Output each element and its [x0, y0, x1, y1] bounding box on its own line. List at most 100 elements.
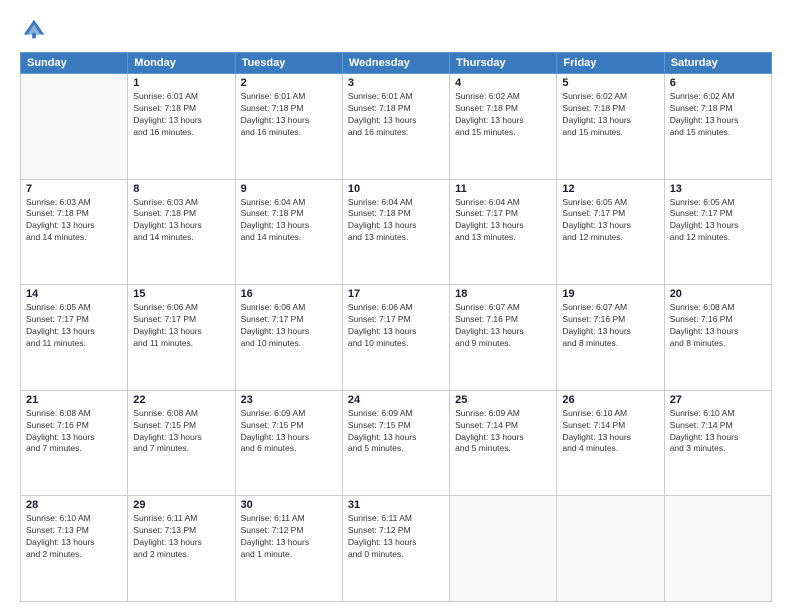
- day-info: Sunrise: 6:06 AMSunset: 7:17 PMDaylight:…: [348, 302, 444, 350]
- calendar-day-header: Tuesday: [235, 53, 342, 74]
- logo: [20, 16, 52, 44]
- calendar-cell: 11 Sunrise: 6:04 AMSunset: 7:17 PMDayligh…: [450, 179, 557, 285]
- calendar-cell: 8 Sunrise: 6:03 AMSunset: 7:18 PMDaylight…: [128, 179, 235, 285]
- day-info: Sunrise: 6:10 AMSunset: 7:13 PMDaylight:…: [26, 513, 122, 561]
- day-info: Sunrise: 6:02 AMSunset: 7:18 PMDaylight:…: [562, 91, 658, 139]
- calendar-cell: 26 Sunrise: 6:10 AMSunset: 7:14 PMDayligh…: [557, 390, 664, 496]
- day-number: 31: [348, 499, 444, 511]
- day-info: Sunrise: 6:09 AMSunset: 7:14 PMDaylight:…: [455, 408, 551, 456]
- calendar-cell: [557, 496, 664, 602]
- calendar-day-header: Thursday: [450, 53, 557, 74]
- day-number: 29: [133, 499, 229, 511]
- calendar-day-header: Sunday: [21, 53, 128, 74]
- day-info: Sunrise: 6:08 AMSunset: 7:16 PMDaylight:…: [26, 408, 122, 456]
- day-number: 4: [455, 77, 551, 89]
- calendar-week-row: 21 Sunrise: 6:08 AMSunset: 7:16 PMDayligh…: [21, 390, 772, 496]
- day-info: Sunrise: 6:10 AMSunset: 7:14 PMDaylight:…: [670, 408, 766, 456]
- day-info: Sunrise: 6:06 AMSunset: 7:17 PMDaylight:…: [133, 302, 229, 350]
- calendar-day-header: Monday: [128, 53, 235, 74]
- day-number: 8: [133, 183, 229, 195]
- day-info: Sunrise: 6:01 AMSunset: 7:18 PMDaylight:…: [348, 91, 444, 139]
- calendar-week-row: 28 Sunrise: 6:10 AMSunset: 7:13 PMDayligh…: [21, 496, 772, 602]
- calendar-week-row: 1 Sunrise: 6:01 AMSunset: 7:18 PMDaylight…: [21, 74, 772, 180]
- calendar-cell: 30 Sunrise: 6:11 AMSunset: 7:12 PMDayligh…: [235, 496, 342, 602]
- day-number: 26: [562, 394, 658, 406]
- day-number: 1: [133, 77, 229, 89]
- calendar-cell: 3 Sunrise: 6:01 AMSunset: 7:18 PMDaylight…: [342, 74, 449, 180]
- calendar-cell: 29Sunrise: 6:11 AMSunset: 7:13 PMDayligh…: [128, 496, 235, 602]
- calendar: SundayMondayTuesdayWednesdayThursdayFrid…: [20, 52, 772, 602]
- calendar-cell: 25 Sunrise: 6:09 AMSunset: 7:14 PMDayligh…: [450, 390, 557, 496]
- calendar-cell: 17Sunrise: 6:06 AMSunset: 7:17 PMDayligh…: [342, 285, 449, 391]
- day-number: 27: [670, 394, 766, 406]
- day-number: 15: [133, 288, 229, 300]
- calendar-cell: 22 Sunrise: 6:08 AMSunset: 7:15 PMDayligh…: [128, 390, 235, 496]
- day-info: Sunrise: 6:02 AMSunset: 7:18 PMDaylight:…: [670, 91, 766, 139]
- day-info: Sunrise: 6:04 AMSunset: 7:18 PMDaylight:…: [241, 197, 337, 245]
- calendar-cell: 20Sunrise: 6:08 AMSunset: 7:16 PMDayligh…: [664, 285, 771, 391]
- day-info: Sunrise: 6:06 AMSunset: 7:17 PMDaylight:…: [241, 302, 337, 350]
- calendar-week-row: 14 Sunrise: 6:05 AMSunset: 7:17 PMDayligh…: [21, 285, 772, 391]
- calendar-day-header: Wednesday: [342, 53, 449, 74]
- day-info: Sunrise: 6:11 AMSunset: 7:12 PMDaylight:…: [241, 513, 337, 561]
- day-number: 6: [670, 77, 766, 89]
- calendar-week-row: 7 Sunrise: 6:03 AMSunset: 7:18 PMDaylight…: [21, 179, 772, 285]
- calendar-cell: 2 Sunrise: 6:01 AMSunset: 7:18 PMDaylight…: [235, 74, 342, 180]
- calendar-cell: 9Sunrise: 6:04 AMSunset: 7:18 PMDaylight…: [235, 179, 342, 285]
- calendar-day-header: Saturday: [664, 53, 771, 74]
- day-info: Sunrise: 6:01 AMSunset: 7:18 PMDaylight:…: [133, 91, 229, 139]
- day-info: Sunrise: 6:11 AMSunset: 7:12 PMDaylight:…: [348, 513, 444, 561]
- day-info: Sunrise: 6:05 AMSunset: 7:17 PMDaylight:…: [562, 197, 658, 245]
- day-info: Sunrise: 6:08 AMSunset: 7:15 PMDaylight:…: [133, 408, 229, 456]
- calendar-cell: 1 Sunrise: 6:01 AMSunset: 7:18 PMDaylight…: [128, 74, 235, 180]
- calendar-cell: 18 Sunrise: 6:07 AMSunset: 7:16 PMDayligh…: [450, 285, 557, 391]
- day-info: Sunrise: 6:05 AMSunset: 7:17 PMDaylight:…: [26, 302, 122, 350]
- day-number: 3: [348, 77, 444, 89]
- calendar-header-row: SundayMondayTuesdayWednesdayThursdayFrid…: [21, 53, 772, 74]
- calendar-cell: 5 Sunrise: 6:02 AMSunset: 7:18 PMDaylight…: [557, 74, 664, 180]
- day-number: 12: [562, 183, 658, 195]
- calendar-cell: 24 Sunrise: 6:09 AMSunset: 7:15 PMDayligh…: [342, 390, 449, 496]
- day-number: 7: [26, 183, 122, 195]
- day-number: 22: [133, 394, 229, 406]
- day-number: 30: [241, 499, 337, 511]
- calendar-cell: 10Sunrise: 6:04 AMSunset: 7:18 PMDayligh…: [342, 179, 449, 285]
- day-info: Sunrise: 6:08 AMSunset: 7:16 PMDaylight:…: [670, 302, 766, 350]
- calendar-cell: 6 Sunrise: 6:02 AMSunset: 7:18 PMDaylight…: [664, 74, 771, 180]
- calendar-cell: 21 Sunrise: 6:08 AMSunset: 7:16 PMDayligh…: [21, 390, 128, 496]
- day-number: 10: [348, 183, 444, 195]
- calendar-cell: 16Sunrise: 6:06 AMSunset: 7:17 PMDayligh…: [235, 285, 342, 391]
- day-number: 23: [241, 394, 337, 406]
- day-number: 11: [455, 183, 551, 195]
- header: [20, 16, 772, 44]
- day-info: Sunrise: 6:04 AMSunset: 7:17 PMDaylight:…: [455, 197, 551, 245]
- calendar-cell: [21, 74, 128, 180]
- calendar-cell: 23 Sunrise: 6:09 AMSunset: 7:15 PMDayligh…: [235, 390, 342, 496]
- day-number: 14: [26, 288, 122, 300]
- calendar-cell: 19Sunrise: 6:07 AMSunset: 7:16 PMDayligh…: [557, 285, 664, 391]
- day-number: 5: [562, 77, 658, 89]
- calendar-cell: 28 Sunrise: 6:10 AMSunset: 7:13 PMDayligh…: [21, 496, 128, 602]
- calendar-cell: 14 Sunrise: 6:05 AMSunset: 7:17 PMDayligh…: [21, 285, 128, 391]
- day-info: Sunrise: 6:09 AMSunset: 7:15 PMDaylight:…: [241, 408, 337, 456]
- day-info: Sunrise: 6:02 AMSunset: 7:18 PMDaylight:…: [455, 91, 551, 139]
- day-number: 19: [562, 288, 658, 300]
- day-number: 25: [455, 394, 551, 406]
- day-number: 24: [348, 394, 444, 406]
- day-number: 13: [670, 183, 766, 195]
- day-number: 18: [455, 288, 551, 300]
- day-number: 2: [241, 77, 337, 89]
- day-number: 28: [26, 499, 122, 511]
- calendar-cell: 31 Sunrise: 6:11 AMSunset: 7:12 PMDayligh…: [342, 496, 449, 602]
- calendar-cell: [450, 496, 557, 602]
- calendar-cell: 7Sunrise: 6:03 AMSunset: 7:18 PMDaylight…: [21, 179, 128, 285]
- day-info: Sunrise: 6:10 AMSunset: 7:14 PMDaylight:…: [562, 408, 658, 456]
- calendar-cell: 15 Sunrise: 6:06 AMSunset: 7:17 PMDayligh…: [128, 285, 235, 391]
- day-info: Sunrise: 6:03 AMSunset: 7:18 PMDaylight:…: [133, 197, 229, 245]
- day-number: 21: [26, 394, 122, 406]
- day-info: Sunrise: 6:09 AMSunset: 7:15 PMDaylight:…: [348, 408, 444, 456]
- calendar-day-header: Friday: [557, 53, 664, 74]
- day-info: Sunrise: 6:01 AMSunset: 7:18 PMDaylight:…: [241, 91, 337, 139]
- calendar-cell: 12 Sunrise: 6:05 AMSunset: 7:17 PMDayligh…: [557, 179, 664, 285]
- day-info: Sunrise: 6:07 AMSunset: 7:16 PMDaylight:…: [455, 302, 551, 350]
